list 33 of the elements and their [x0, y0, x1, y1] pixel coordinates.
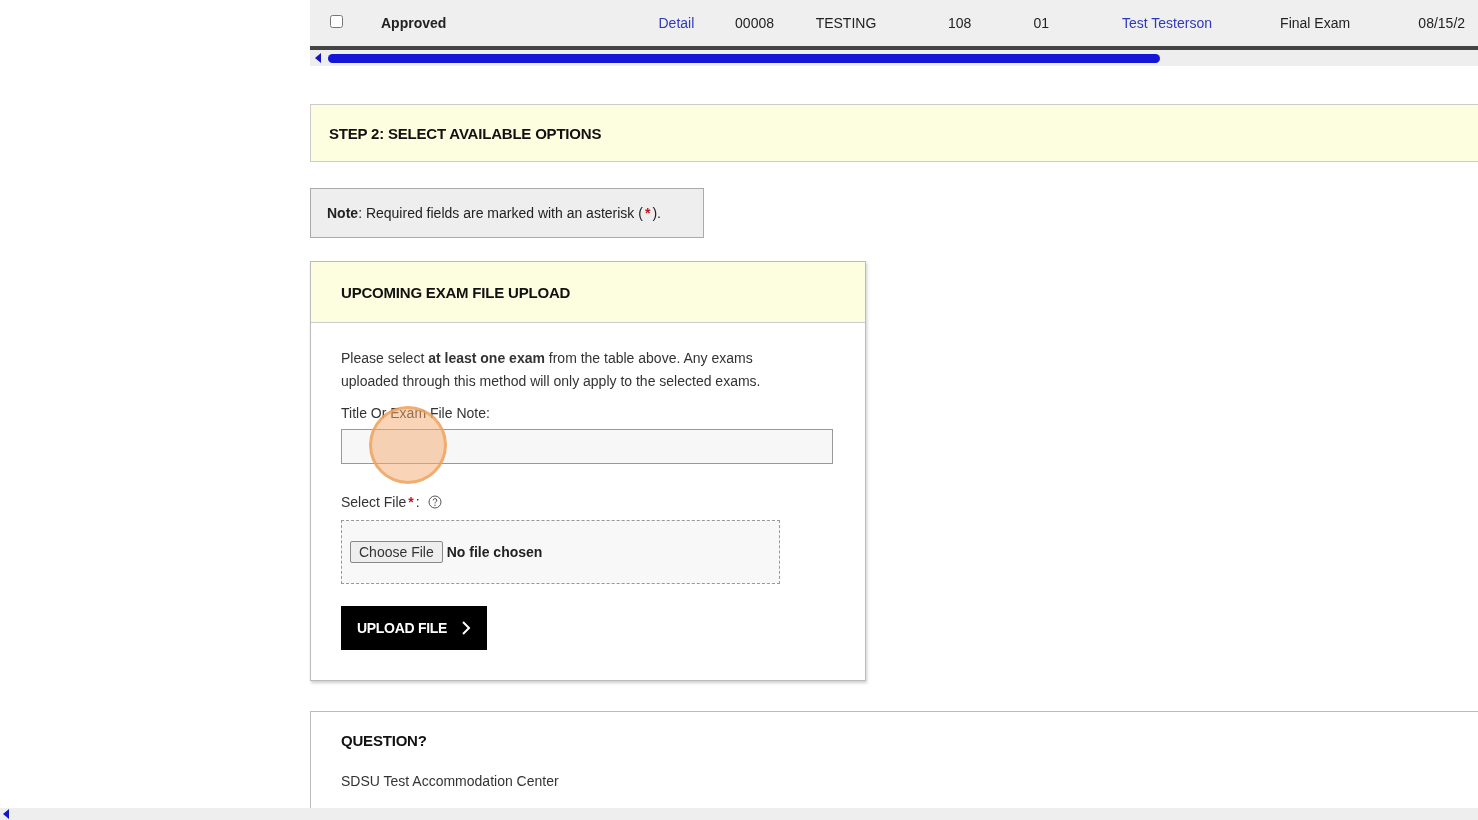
choose-file-button[interactable]: Choose File [350, 541, 443, 563]
step-title: STEP 2: SELECT AVAILABLE OPTIONS [329, 124, 602, 142]
chevron-right-icon [461, 621, 472, 635]
help-icon[interactable] [427, 495, 442, 509]
row-checkbox[interactable] [330, 14, 343, 28]
table-cell-text: 108 [947, 15, 973, 31]
file-status-text: No file chosen [446, 544, 543, 560]
required-asterisk: * [408, 494, 414, 510]
question-title: QUESTION? [341, 732, 428, 749]
table-link[interactable]: Test Testerson [1121, 15, 1281, 31]
field-label: Select File [341, 494, 407, 510]
scroll-left-icon[interactable] [314, 53, 322, 63]
table-link[interactable]: Detail [658, 15, 736, 31]
table-cell-text: 00008 [735, 15, 775, 31]
table-cell-text: Final Exam [1280, 15, 1352, 31]
note-text-end: ). [652, 205, 661, 221]
scrollbar-thumb[interactable] [328, 53, 1160, 63]
scroll-left-icon[interactable] [2, 809, 10, 819]
label-colon: : [415, 494, 420, 510]
contact-text: SDSU Test Accommodation Center [341, 773, 560, 789]
note-text: Note: Required fields are marked with an asterisk ( [327, 205, 643, 221]
card-title: UPCOMING EXAM FILE UPLOAD [341, 283, 571, 301]
page-scrollbar[interactable] [0, 808, 1478, 820]
field-label: Title Or Exam File Note: [341, 405, 491, 421]
required-asterisk: * [644, 205, 651, 221]
horizontal-scrollbar[interactable] [310, 50, 1478, 66]
instructions-text: Please select at least one exam from the table above. Any exams uploaded through this method will only apply to the selected exams. [341, 349, 762, 391]
title-input-field[interactable] [341, 429, 833, 464]
table-cell-text: TESTING [815, 15, 878, 31]
table-cell-text: 08/15/2 [1418, 15, 1467, 31]
table-cell-text: 01 [1033, 15, 1050, 31]
status-text: Approved [381, 15, 448, 31]
upload-file-button[interactable]: UPLOAD FILE [341, 606, 488, 650]
